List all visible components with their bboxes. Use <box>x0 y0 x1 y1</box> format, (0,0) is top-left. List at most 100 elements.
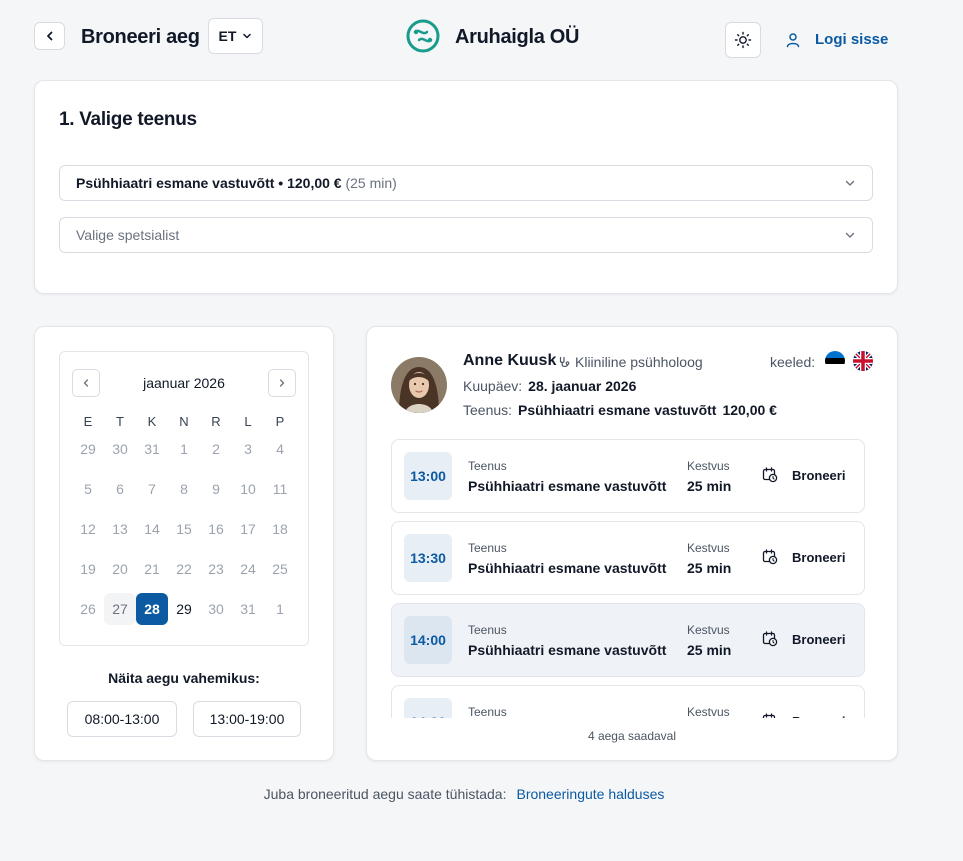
calendar-day[interactable]: 28 <box>136 593 168 625</box>
calendar-day[interactable]: 29 <box>72 433 104 465</box>
time-slot[interactable]: 14:00 Teenus Psühhiaatri esmane vastuvõtt K… <box>391 603 865 677</box>
time-range-morning-button[interactable]: 08:00-13:00 <box>67 701 177 737</box>
brand-name: Aruhaigla OÜ <box>455 26 580 48</box>
calendar-weekday: K <box>147 414 157 429</box>
service-price: 120,00 € <box>722 402 777 418</box>
book-button[interactable]: Broneeri <box>762 631 845 647</box>
slot-service: Psühhiaatri esmane vastuvõtt <box>468 642 667 658</box>
slot-service: Psühhiaatri esmane vastuvõtt <box>468 560 667 576</box>
service-label: Teenus: <box>463 402 513 418</box>
appointment-service-row: Teenus: Psühhiaatri esmane vastuvõtt 120… <box>463 402 777 418</box>
calendar-day[interactable]: 23 <box>200 553 232 585</box>
date-label: Kuupäev: <box>463 378 523 394</box>
calendar-day[interactable]: 3 <box>232 433 264 465</box>
time-slot[interactable]: 13:00 Teenus Psühhiaatri esmane vastuvõtt K… <box>391 439 865 513</box>
chevron-down-icon <box>845 232 855 238</box>
calendar-day[interactable]: 31 <box>232 593 264 625</box>
language-select[interactable]: ET <box>208 18 263 54</box>
uk-flag-icon <box>853 351 873 371</box>
calendar-clock-icon <box>762 631 778 647</box>
calendar-weekday: P <box>275 414 285 429</box>
book-button[interactable]: Broneeri <box>762 467 845 483</box>
calendar-day[interactable]: 29 <box>168 593 200 625</box>
calendar-day[interactable]: 25 <box>264 553 296 585</box>
login-button[interactable]: Logi sisse <box>785 31 888 48</box>
slot-duration: 25 min <box>687 560 732 576</box>
calendar-day[interactable]: 20 <box>104 553 136 585</box>
calendar-day[interactable]: 16 <box>200 513 232 545</box>
appointment-date-row: Kuupäev: 28. jaanuar 2026 <box>463 378 636 394</box>
chevron-left-icon <box>83 379 89 387</box>
specialist-name: Anne Kuusk <box>463 352 557 369</box>
manage-bookings-link[interactable]: Broneeringute halduses <box>516 786 664 802</box>
slot-duration: 25 min <box>687 478 732 494</box>
calendar-day[interactable]: 6 <box>104 473 136 505</box>
time-range-label: Näita aegu vahemikus: <box>108 670 260 686</box>
slot-duration-label: Kestvus <box>687 705 730 718</box>
calendar-weekday: R <box>211 414 221 429</box>
slot-duration-label: Kestvus <box>687 459 730 473</box>
calendar-day[interactable]: 19 <box>72 553 104 585</box>
calendar-day[interactable]: 26 <box>72 593 104 625</box>
specialist-role-label: Kliiniline psühholoog <box>575 354 703 370</box>
user-icon <box>786 32 800 47</box>
slot-service-label: Teenus <box>468 541 507 555</box>
back-button[interactable] <box>34 22 65 50</box>
calendar-day[interactable]: 24 <box>232 553 264 585</box>
book-button[interactable]: Broneeri <box>762 713 845 718</box>
calendar-prev-button[interactable] <box>72 369 100 397</box>
calendar-day[interactable]: 5 <box>72 473 104 505</box>
calendar-month: jaanuar 2026 <box>143 375 225 391</box>
calendar-day[interactable]: 18 <box>264 513 296 545</box>
specialist-select[interactable]: Valige spetsialist <box>59 217 873 253</box>
service-value: Psühhiaatri esmane vastuvõtt <box>518 402 717 418</box>
brand-logo-icon <box>405 18 441 54</box>
calendar-day[interactable]: 17 <box>232 513 264 545</box>
book-button-label: Broneeri <box>792 467 846 483</box>
calendar-day[interactable]: 15 <box>168 513 200 545</box>
calendar-next-button[interactable] <box>268 369 296 397</box>
theme-toggle-button[interactable] <box>725 22 761 58</box>
avatar <box>391 357 447 413</box>
calendar-day[interactable]: 30 <box>104 433 136 465</box>
calendar-weekday: L <box>244 414 252 429</box>
book-button[interactable]: Broneeri <box>762 549 845 565</box>
calendar-day[interactable]: 1 <box>264 593 296 625</box>
book-button-label: Broneeri <box>792 549 846 565</box>
service-select-duration: (25 min) <box>345 175 397 191</box>
calendar-day[interactable]: 9 <box>200 473 232 505</box>
calendar-day[interactable]: 11 <box>264 473 296 505</box>
date-value: 28. jaanuar 2026 <box>528 378 637 394</box>
service-select-value: Psühhiaatri esmane vastuvõtt • 120,00 € <box>76 175 342 191</box>
calendar-day[interactable]: 12 <box>72 513 104 545</box>
calendar-clock-icon <box>762 713 776 718</box>
time-range-afternoon-button[interactable]: 13:00-19:00 <box>193 701 301 737</box>
service-select[interactable]: Psühhiaatri esmane vastuvõtt • 120,00 € … <box>59 165 873 201</box>
calendar-day[interactable]: 13 <box>104 513 136 545</box>
time-slot[interactable]: 14:30TeenusPsühhiaatri esmane vastuvõttK… <box>391 685 865 718</box>
calendar-day[interactable]: 27 <box>104 593 136 625</box>
specialist-select-placeholder: Valige spetsialist <box>76 227 180 243</box>
calendar-day[interactable]: 14 <box>136 513 168 545</box>
time-slot[interactable]: 13:30 Teenus Psühhiaatri esmane vastuvõtt K… <box>391 521 865 595</box>
slot-time: 14:30 <box>404 698 452 718</box>
calendar-day[interactable]: 2 <box>200 433 232 465</box>
calendar-day[interactable]: 1 <box>168 433 200 465</box>
calendar-day[interactable]: 31 <box>136 433 168 465</box>
calendar-day[interactable]: 10 <box>232 473 264 505</box>
calendar-day[interactable]: 8 <box>168 473 200 505</box>
calendar-weekday: N <box>179 414 189 429</box>
calendar-day[interactable]: 30 <box>200 593 232 625</box>
calendar-day[interactable]: 4 <box>264 433 296 465</box>
book-button-label: Broneeri <box>792 714 845 719</box>
calendar-day[interactable]: 7 <box>136 473 168 505</box>
slots-available-count: 4 aega saadaval <box>587 729 677 743</box>
language-value: ET <box>218 28 237 44</box>
calendar-day[interactable]: 22 <box>168 553 200 585</box>
calendar-grid: E T K N R L P 29 30 31 1 2 3 4 5 6 7 8 9 10 11 12 13 14 15 16 17 18… <box>72 414 296 644</box>
calendar-day[interactable]: 21 <box>136 553 168 585</box>
slot-time: 14:00 <box>404 616 452 664</box>
time-slot-list[interactable]: 13:00 Teenus Psühhiaatri esmane vastuvõtt K… <box>391 439 865 718</box>
slot-time: 13:30 <box>404 534 452 582</box>
book-button-label: Broneeri <box>792 631 846 647</box>
